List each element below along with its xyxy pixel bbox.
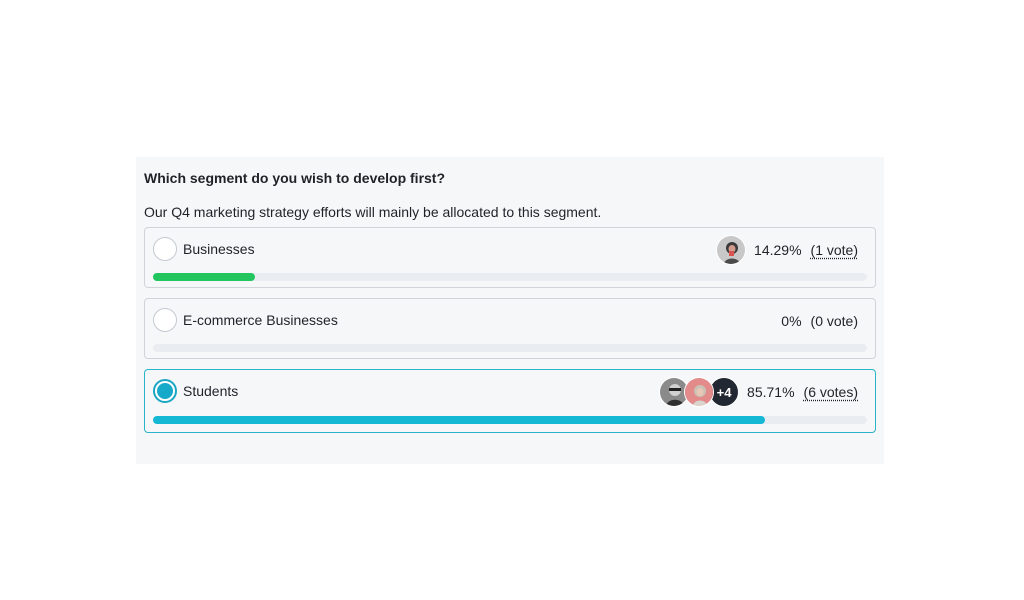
poll-option-businesses[interactable]: Businesses 14.29% (1 vote) — [144, 227, 876, 288]
voter-avatars[interactable] — [716, 235, 747, 265]
option-label: Students — [183, 383, 239, 399]
option-votes: (0 vote) — [810, 313, 858, 329]
progress-track — [153, 273, 867, 281]
option-label: E-commerce Businesses — [183, 312, 338, 328]
radio-button[interactable] — [153, 237, 177, 261]
avatar[interactable] — [716, 235, 747, 265]
poll-description: Our Q4 marketing strategy efforts will m… — [144, 204, 602, 220]
poll-card: Which segment do you wish to develop fir… — [136, 157, 884, 464]
radio-button-selected[interactable] — [153, 379, 177, 403]
option-percent: 0% — [781, 313, 802, 329]
poll-options: Businesses 14.29% (1 vote) E-commerce Bu… — [144, 227, 876, 433]
option-votes-link[interactable]: (6 votes) — [804, 384, 858, 400]
poll-option-ecommerce-businesses[interactable]: E-commerce Businesses 0% (0 vote) — [144, 298, 876, 359]
voter-avatars[interactable]: +4 — [659, 377, 740, 407]
radio-dot — [157, 383, 173, 399]
radio-button[interactable] — [153, 308, 177, 332]
option-label: Businesses — [183, 241, 255, 257]
option-votes-link[interactable]: (1 vote) — [811, 242, 858, 258]
progress-fill — [153, 416, 765, 424]
option-stats: 14.29% (1 vote) — [716, 235, 858, 265]
option-percent: 14.29% — [754, 242, 802, 258]
progress-track — [153, 344, 867, 352]
avatar[interactable] — [684, 377, 715, 407]
poll-question: Which segment do you wish to develop fir… — [144, 170, 446, 186]
progress-track — [153, 416, 867, 424]
poll-option-students[interactable]: Students +4 85.71% (6 votes) — [144, 369, 876, 433]
option-percent: 85.71% — [747, 384, 795, 400]
option-stats: 0% (0 vote) — [781, 306, 858, 336]
progress-fill — [153, 273, 255, 281]
option-stats: +4 85.71% (6 votes) — [659, 377, 858, 407]
